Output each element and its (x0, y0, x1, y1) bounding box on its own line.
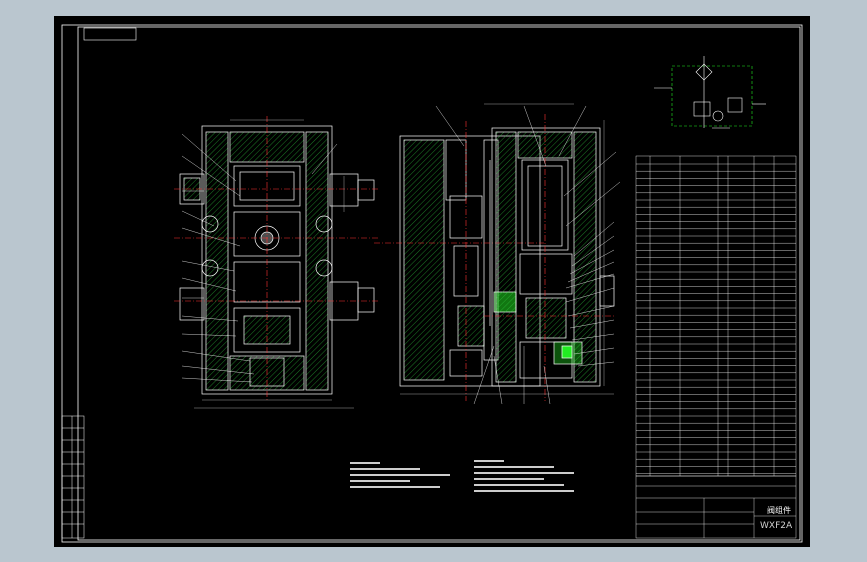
right-section-view (491, 127, 615, 387)
left-section-view (179, 125, 375, 395)
hydraulic-valve-drawing (61, 24, 803, 543)
corner-tag (83, 27, 137, 41)
middle-centerlines (374, 121, 544, 401)
hydraulic-schematic (654, 56, 766, 129)
cad-viewport[interactable]: 阀组件 WXF2A (54, 16, 810, 547)
parts-list-table (635, 155, 797, 477)
left-stamp-table (61, 415, 85, 539)
technical-notes (350, 460, 574, 492)
title-block (635, 475, 797, 539)
middle-section-view (399, 135, 541, 387)
